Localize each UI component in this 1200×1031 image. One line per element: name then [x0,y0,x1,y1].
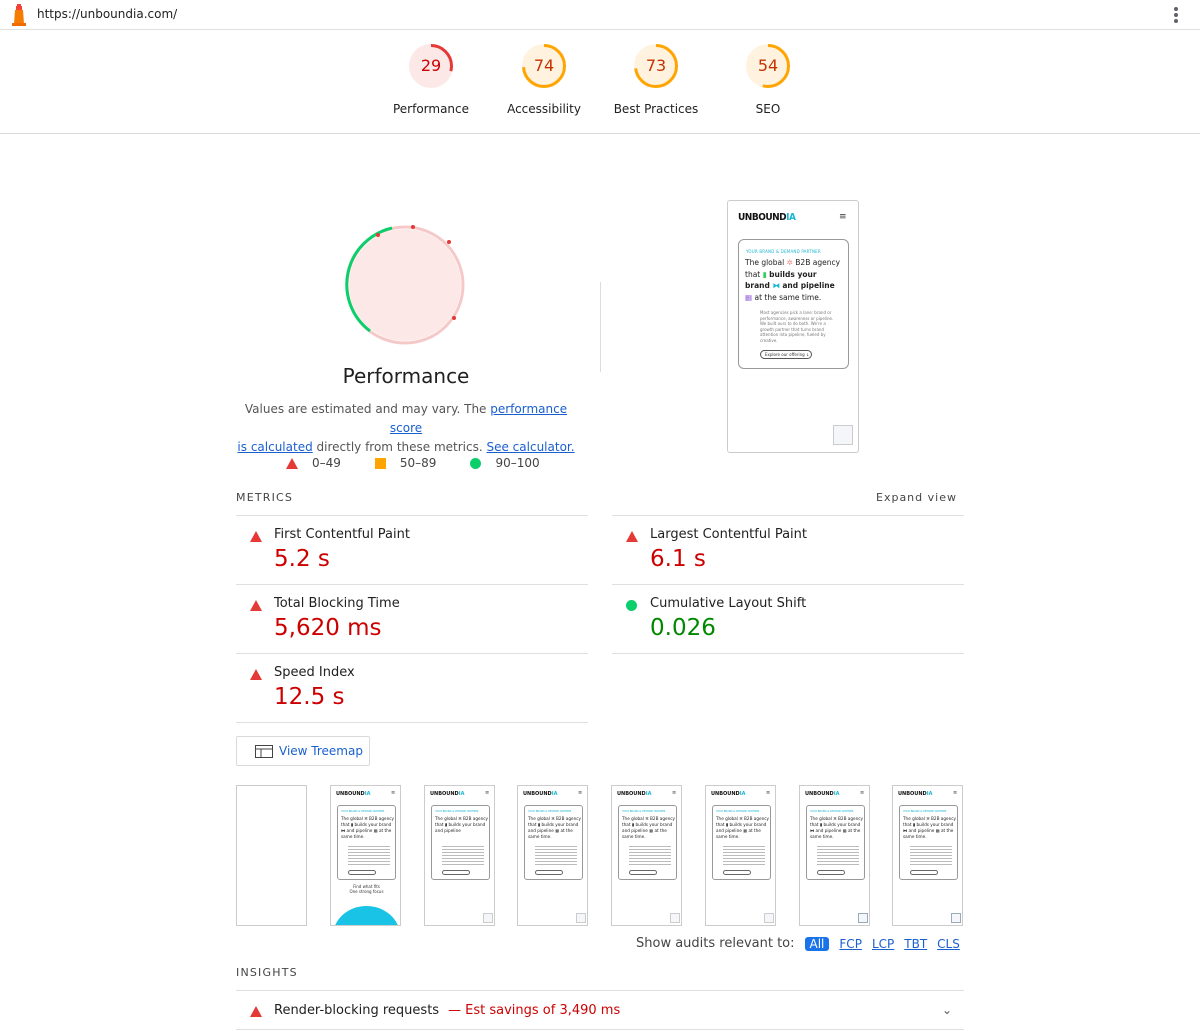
is-calculated-link[interactable]: is calculated [237,440,312,454]
filmstrip-frame: UNBOUNDIA ≡ YOUR BRAND & DEMAND PARTNER Th… [517,785,588,926]
legend-item-pass: 90–100 [470,456,540,470]
triangle-icon [250,669,262,680]
expand-view-toggle[interactable]: Expand view [876,491,957,504]
final-screenshot[interactable]: UNBOUNDIA ≡ YOUR BRAND & DEMAND PARTNER … [727,200,859,453]
metric-tbt: Total Blocking Time 5,620 ms [236,584,588,653]
gauge-value: 54 [757,56,779,75]
hero-tag: YOUR BRAND & DEMAND PARTNER [746,249,821,254]
score-header: 29 Performance 74 Accessibility 73 Best … [0,30,1200,134]
divider [612,653,964,654]
filmstrip-frame: UNBOUNDIA ≡ YOUR BRAND & DEMAND PARTNER Th… [892,785,963,926]
recaptcha-icon [833,425,853,445]
metric-name: Cumulative Layout Shift [650,596,807,611]
metric-si: Speed Index 12.5 s [236,653,588,722]
audit-filter-label: Show audits relevant to: [636,936,795,951]
triangle-icon [250,531,262,542]
more-menu-icon[interactable] [1168,5,1184,25]
page-url[interactable]: https://unboundia.com/ [37,7,177,21]
gauge-value: 29 [420,56,442,75]
performance-title: Performance [342,364,470,388]
performance-metric-ring [345,225,465,345]
triangle-icon [286,457,298,469]
filmstrip-frame [236,785,307,926]
hero-circle [333,906,400,925]
score-legend: 0–49 50–89 90–100 [286,456,574,470]
legend-item-average: 50–89 [374,456,436,470]
filter-tbt[interactable]: TBT [904,937,927,951]
audit-filter: Show audits relevant to: All FCP LCP TBT… [636,936,960,951]
metric-value: 12.5 s [274,684,345,710]
gauge-value: 74 [533,56,555,75]
hamburger-icon: ≡ [839,212,847,222]
insight-savings: — Est savings of 3,490 ms [448,1003,621,1018]
legend-item-fail: 0–49 [286,456,341,470]
view-treemap-button[interactable]: View Treemap [236,736,370,766]
filter-lcp[interactable]: LCP [872,937,894,951]
gauge-seo[interactable]: 54 SEO [708,42,828,116]
gauge-label: Best Practices [613,102,699,116]
see-calculator-link[interactable]: See calculator. [486,440,574,454]
metric-name: First Contentful Paint [274,527,410,542]
divider [600,282,601,372]
chevron-down-icon[interactable]: ⌄ [942,1003,952,1017]
insights-heading: INSIGHTS [236,966,298,979]
circle-icon [470,457,482,469]
gauge-best-practices[interactable]: 73 Best Practices [596,42,716,116]
hero-body: Most agencies pick a lane: brand or perf… [760,310,834,343]
insight-render-blocking[interactable]: Render-blocking requests — Est savings o… [236,990,964,1030]
address-bar: https://unboundia.com/ [0,0,1200,30]
filmstrip-frame: UNBOUNDIA ≡ YOUR BRAND & DEMAND PARTNER Th… [330,785,401,926]
metric-lcp: Largest Contentful Paint 6.1 s [612,515,964,584]
metric-name: Speed Index [274,665,355,680]
gauge-performance[interactable]: 29 Performance [371,42,491,116]
gauge-label: SEO [755,102,781,116]
site-logo: UNBOUNDIA [738,212,796,223]
gauge-value: 73 [645,56,667,75]
gauge-label: Accessibility [507,102,581,116]
filmstrip-frame: UNBOUNDIA ≡ YOUR BRAND & DEMAND PARTNER Th… [611,785,682,926]
divider [236,722,588,723]
treemap-icon [255,744,273,758]
filter-all[interactable]: All [804,936,830,951]
metric-value: 5,620 ms [274,615,382,641]
metric-value: 5.2 s [274,546,330,572]
filmstrip-frame: UNBOUNDIA ≡ YOUR BRAND & DEMAND PARTNER Th… [424,785,495,926]
lighthouse-logo-icon [12,4,26,26]
filter-cls[interactable]: CLS [937,937,960,951]
square-icon [374,457,386,469]
filmstrip-frame: UNBOUNDIA ≡ YOUR BRAND & DEMAND PARTNER Th… [799,785,870,926]
triangle-icon [250,1006,262,1017]
filmstrip-frame: UNBOUNDIA ≡ YOUR BRAND & DEMAND PARTNER Th… [705,785,776,926]
hero-card: YOUR BRAND & DEMAND PARTNER The global ✲… [738,239,849,369]
metric-cls: Cumulative Layout Shift 0.026 [612,584,964,653]
explore-button: Explore our offering ↓ [760,350,812,359]
metric-value: 6.1 s [650,546,706,572]
metrics-heading: METRICS [236,491,294,504]
gauge-label: Performance [392,102,470,116]
triangle-icon [250,600,262,611]
metric-fcp: First Contentful Paint 5.2 s [236,515,588,584]
filter-fcp[interactable]: FCP [839,937,862,951]
insight-name: Render-blocking requests [274,1003,440,1018]
performance-description: Values are estimated and may vary. The p… [237,402,575,454]
metric-name: Largest Contentful Paint [650,527,808,542]
triangle-icon [626,531,638,542]
circle-icon [626,600,637,611]
gauge-accessibility[interactable]: 74 Accessibility [484,42,604,116]
metric-value: 0.026 [650,615,716,641]
metric-name: Total Blocking Time [274,596,400,611]
hero-headline: The global ✲ B2B agency that ▮ builds yo… [745,258,841,302]
